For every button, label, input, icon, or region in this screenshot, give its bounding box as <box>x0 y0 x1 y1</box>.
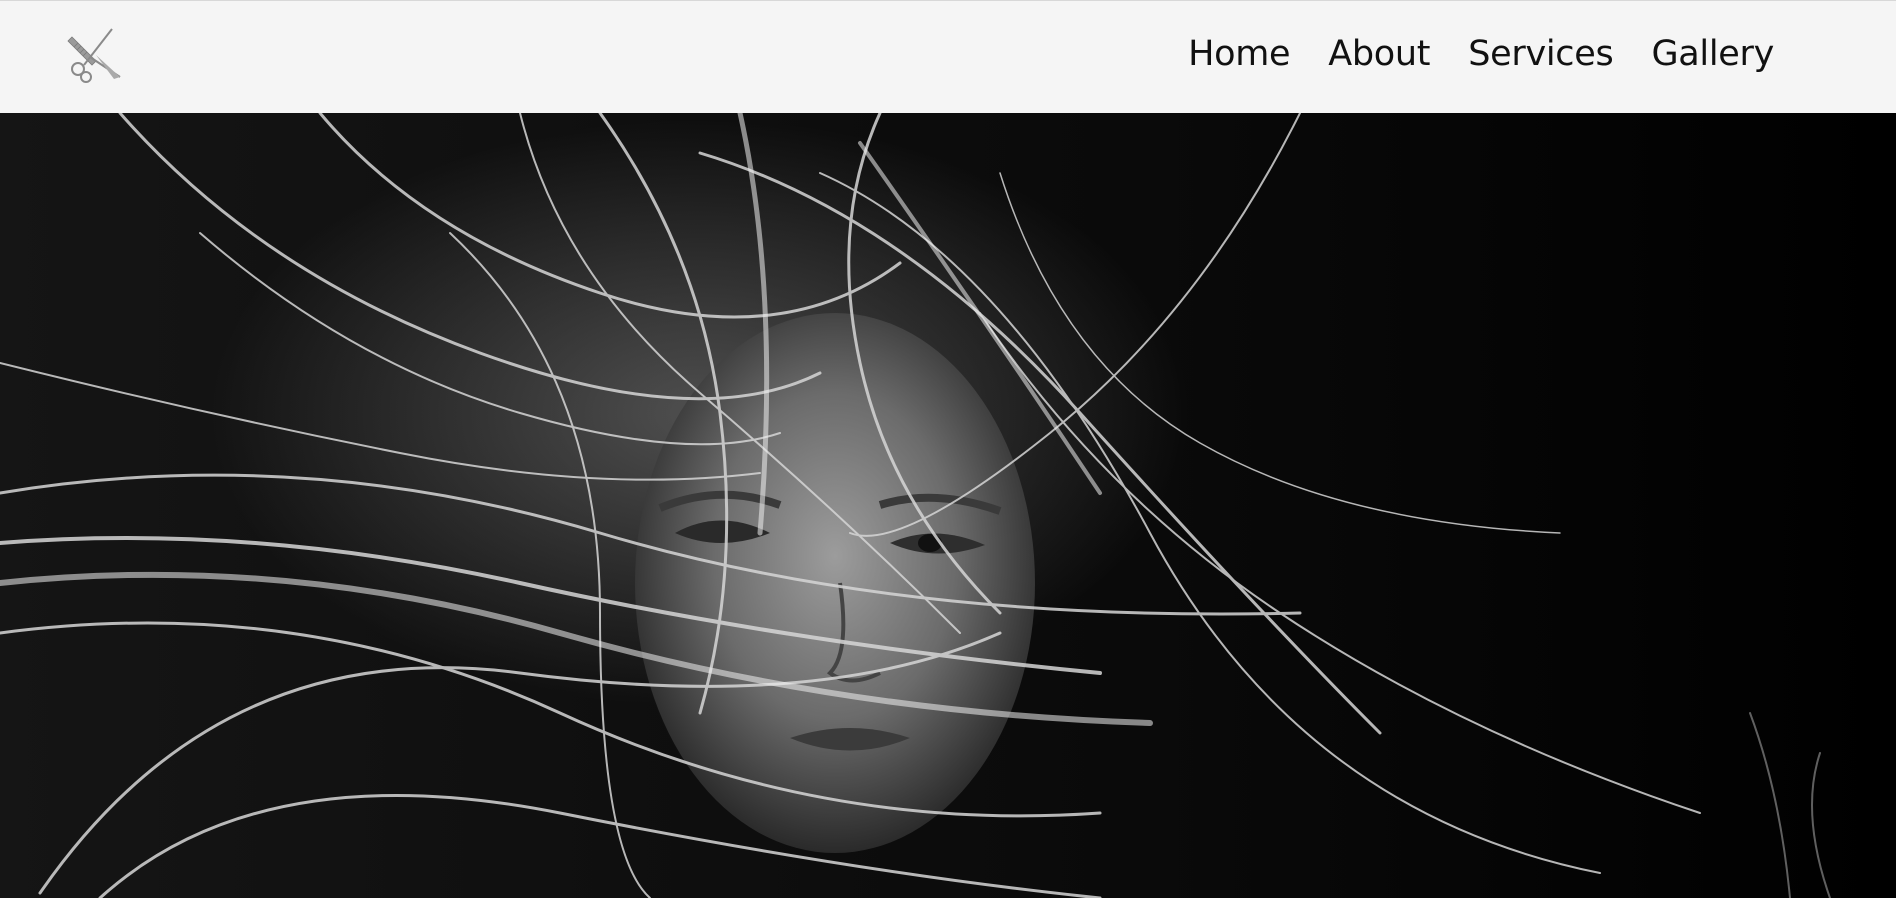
navbar: Home About Services Gallery <box>0 0 1896 113</box>
logo[interactable] <box>66 25 124 83</box>
hero-image <box>0 113 1896 898</box>
page: Home About Services Gallery <box>0 0 1896 898</box>
nav-home[interactable]: Home <box>1188 34 1290 74</box>
hero-portrait-illustration <box>0 113 1831 898</box>
nav-services[interactable]: Services <box>1468 34 1614 74</box>
main-nav: Home About Services Gallery <box>1188 1 1774 107</box>
nav-gallery[interactable]: Gallery <box>1651 34 1774 74</box>
scissors-comb-icon <box>67 28 121 83</box>
nav-about[interactable]: About <box>1328 34 1430 74</box>
